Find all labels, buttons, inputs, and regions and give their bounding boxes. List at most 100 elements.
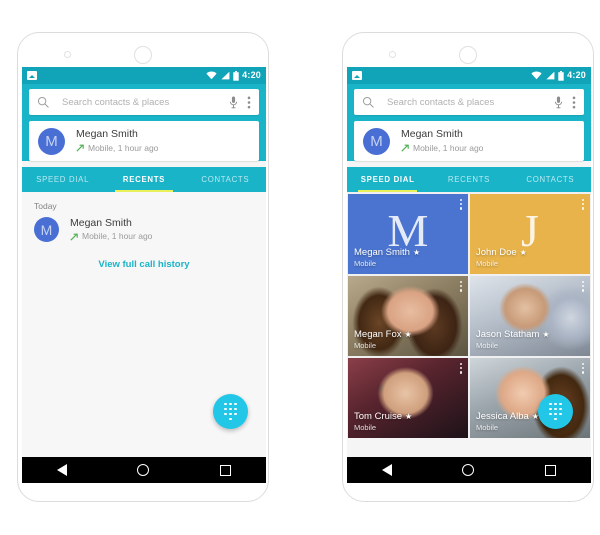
speed-dial-tile[interactable]: M Megan Smith ★ Mobile	[348, 194, 468, 274]
overflow-menu-icon[interactable]	[459, 281, 462, 292]
contact-name: Tom Cruise	[354, 411, 403, 422]
speed-dial-tile[interactable]: Jessica Alba ★ Mobile	[470, 358, 590, 438]
dialpad-fab-button[interactable]	[213, 394, 248, 429]
overflow-menu-icon[interactable]	[581, 199, 584, 210]
wifi-icon	[531, 71, 542, 80]
contact-subtitle: Mobile, 1 hour ago	[413, 142, 484, 153]
avatar: M	[34, 217, 59, 243]
speed-dial-tile[interactable]: Jason Statham ★ Mobile	[470, 276, 590, 356]
overflow-menu-icon[interactable]	[581, 281, 584, 292]
star-icon: ★	[405, 412, 413, 421]
search-input[interactable]: Search contacts & places	[62, 97, 229, 108]
suggestion-text: Megan Smith Mobile, 1 hour ago	[76, 128, 158, 153]
overflow-menu-icon[interactable]	[459, 363, 462, 374]
contact-name-row: Tom Cruise ★	[354, 411, 462, 422]
status-bar: 4:20	[22, 67, 266, 84]
contact-name: John Doe	[476, 247, 517, 258]
tile-caption: Jason Statham ★ Mobile	[476, 329, 584, 350]
contact-subtitle: Mobile	[476, 423, 499, 432]
contact-name: Megan Smith	[354, 247, 410, 258]
tile-caption: Tom Cruise ★ Mobile	[354, 411, 462, 432]
battery-icon	[558, 70, 564, 81]
star-icon: ★	[542, 330, 550, 339]
overflow-menu-icon[interactable]	[572, 96, 576, 109]
contact-name: Megan Smith	[76, 128, 138, 141]
speed-dial-tile[interactable]: J John Doe ★ Mobile	[470, 194, 590, 274]
search-input[interactable]: Search contacts & places	[387, 97, 554, 108]
outgoing-call-arrow-icon	[70, 233, 78, 241]
front-camera-icon	[389, 51, 396, 58]
contact-subtitle: Mobile	[354, 259, 377, 268]
view-full-call-history-link[interactable]: View full call history	[22, 259, 266, 270]
dialpad-fab-button[interactable]	[538, 394, 573, 429]
status-bar-right: 4:20	[531, 70, 586, 81]
overflow-menu-icon[interactable]	[459, 199, 462, 210]
contact-subtitle: Mobile, 1 hour ago	[82, 231, 153, 242]
suggestion-card[interactable]: M Megan Smith Mobile, 1 hour ago	[354, 121, 584, 161]
recents-square-icon[interactable]	[544, 464, 556, 476]
call-log-text: Megan Smith Mobile, 1 hour ago	[70, 217, 152, 242]
signal-icon	[221, 71, 230, 80]
tab-speed-dial[interactable]: SPEED DIAL	[347, 167, 428, 192]
contact-subtitle: Mobile, 1 hour ago	[88, 142, 159, 153]
search-bar[interactable]: Search contacts & places	[29, 89, 259, 115]
contact-name: Jessica Alba	[476, 411, 529, 422]
home-circle-icon[interactable]	[462, 464, 475, 476]
wifi-icon	[206, 71, 217, 80]
earpiece-sensor-icon	[134, 46, 152, 64]
contact-subtitle: Mobile	[476, 341, 499, 350]
tab-bar-left: SPEED DIAL RECENTS CONTACTS	[22, 167, 266, 192]
star-icon: ★	[519, 248, 527, 257]
back-triangle-icon[interactable]	[382, 464, 393, 476]
earpiece-sensor-icon	[459, 46, 477, 64]
contact-subtitle: Mobile	[354, 423, 377, 432]
contact-name-row: Jason Statham ★	[476, 329, 584, 340]
status-bar-right: 4:20	[206, 70, 261, 81]
contact-name: Megan Smith	[401, 128, 463, 141]
app-bar-left: Search contacts & places M Megan Smith M…	[22, 84, 266, 161]
contact-subtitle: Mobile	[354, 341, 377, 350]
tab-speed-dial[interactable]: SPEED DIAL	[22, 167, 103, 192]
microphone-icon[interactable]	[554, 96, 563, 109]
suggestion-card[interactable]: M Megan Smith Mobile, 1 hour ago	[29, 121, 259, 161]
status-bar: 4:20	[347, 67, 591, 84]
phone-device-left: 4:20 Search contacts & places M Megan Sm…	[17, 32, 269, 502]
tab-recents[interactable]: RECENTS	[103, 167, 184, 192]
status-bar-left	[27, 71, 37, 80]
contact-name: Jason Statham	[476, 329, 540, 340]
overflow-menu-icon[interactable]	[247, 96, 251, 109]
speed-dial-tile[interactable]: Tom Cruise ★ Mobile	[348, 358, 468, 438]
tile-caption: Megan Smith ★ Mobile	[354, 247, 462, 268]
microphone-icon[interactable]	[229, 96, 238, 109]
avatar: M	[38, 127, 65, 155]
star-icon: ★	[404, 330, 412, 339]
contact-name: Megan Fox	[354, 329, 402, 340]
tile-caption: Megan Fox ★ Mobile	[354, 329, 462, 350]
screenshot-icon	[27, 71, 37, 80]
back-triangle-icon[interactable]	[57, 464, 68, 476]
search-bar[interactable]: Search contacts & places	[354, 89, 584, 115]
status-bar-clock: 4:20	[242, 70, 261, 80]
phone-screen-right: 4:20 Search contacts & places M Megan Sm…	[347, 67, 591, 457]
call-log-row[interactable]: M Megan Smith Mobile, 1 hour ago	[22, 217, 266, 243]
tab-contacts[interactable]: CONTACTS	[510, 167, 591, 192]
search-icon	[37, 96, 49, 108]
recents-square-icon[interactable]	[219, 464, 231, 476]
tile-caption: John Doe ★ Mobile	[476, 247, 584, 268]
tab-recents[interactable]: RECENTS	[428, 167, 509, 192]
navigation-bar	[347, 457, 591, 483]
overflow-menu-icon[interactable]	[581, 363, 584, 374]
contact-subtitle-row: Mobile, 1 hour ago	[70, 231, 152, 242]
status-bar-left	[352, 71, 362, 80]
battery-icon	[233, 70, 239, 81]
contact-subtitle: Mobile	[476, 259, 499, 268]
contact-name: Megan Smith	[70, 217, 132, 229]
speed-dial-tile[interactable]: Megan Fox ★ Mobile	[348, 276, 468, 356]
home-circle-icon[interactable]	[137, 464, 150, 476]
screenshot-icon	[352, 71, 362, 80]
contact-name-row: Megan Smith ★	[354, 247, 462, 258]
avatar: M	[363, 127, 390, 155]
signal-icon	[546, 71, 555, 80]
tab-contacts[interactable]: CONTACTS	[185, 167, 266, 192]
phone-device-right: 4:20 Search contacts & places M Megan Sm…	[342, 32, 594, 502]
